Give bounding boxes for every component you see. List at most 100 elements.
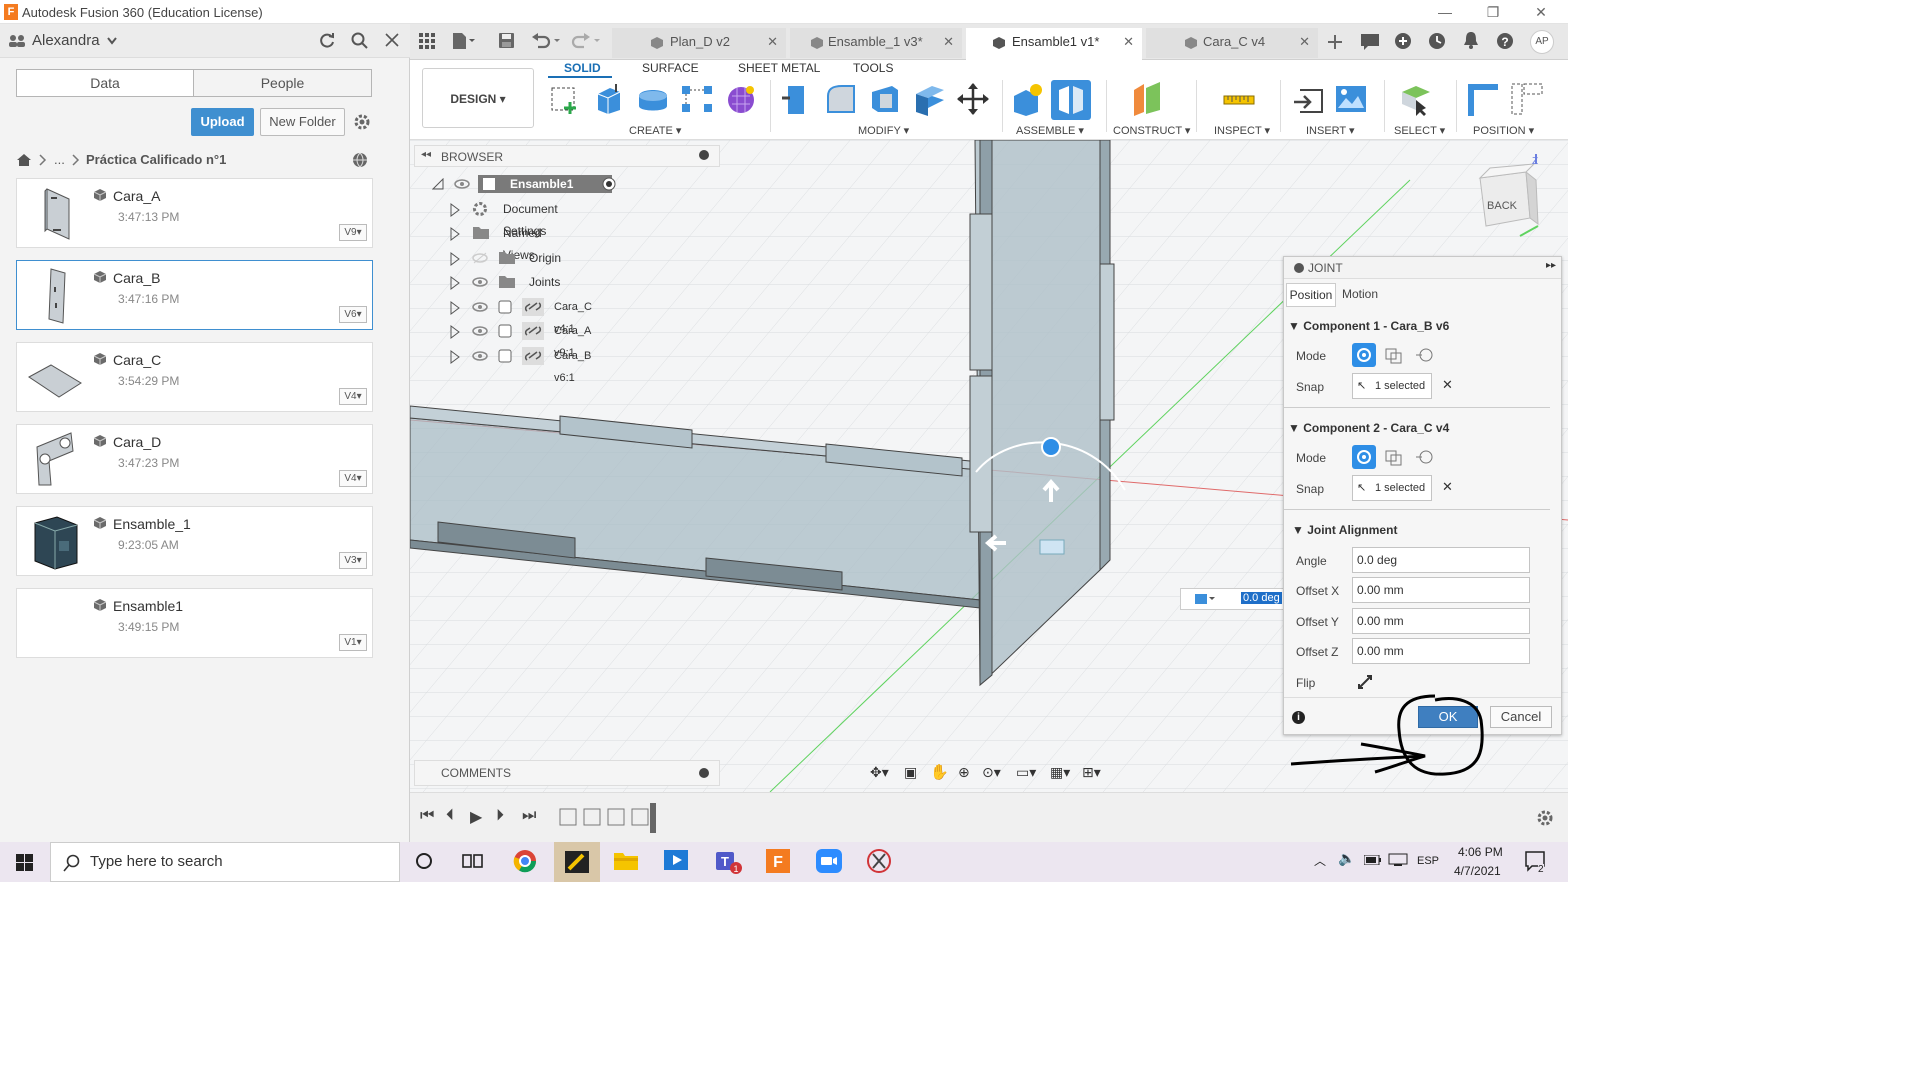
ribbon-tab-solid[interactable]: SOLID: [564, 61, 601, 75]
clear-selection-icon[interactable]: ✕: [1442, 479, 1453, 495]
extrude-icon[interactable]: [592, 82, 626, 116]
zoom-icon[interactable]: ⊕: [958, 764, 970, 781]
tab-motion[interactable]: Motion: [1342, 287, 1378, 301]
mode-simple-button[interactable]: [1352, 445, 1376, 469]
close-panel-icon[interactable]: [385, 33, 399, 47]
close-tab-icon[interactable]: ✕: [1123, 28, 1134, 56]
extensions-icon[interactable]: [1394, 32, 1412, 50]
offset-z-input[interactable]: 0.00 mm: [1352, 638, 1530, 664]
grid-menu-icon[interactable]: [419, 33, 435, 49]
file-card[interactable]: Cara_A 3:47:13 PM V9▾: [16, 178, 373, 248]
file-card[interactable]: Cara_B 3:47:16 PM V6▾: [16, 260, 373, 330]
look-at-icon[interactable]: ▣: [904, 764, 917, 781]
group-assemble[interactable]: ASSEMBLE ▾: [1016, 124, 1084, 137]
expand-triangle-icon[interactable]: [450, 301, 460, 315]
cancel-button[interactable]: Cancel: [1490, 706, 1552, 728]
angle-value[interactable]: 0.0 deg: [1241, 592, 1282, 604]
user-name[interactable]: Alexandra: [32, 32, 100, 49]
new-tab-icon[interactable]: [1326, 33, 1344, 51]
pan-hand-icon[interactable]: ✋: [930, 763, 949, 781]
mode-two-faces-button[interactable]: [1412, 445, 1436, 469]
file-menu-icon[interactable]: [451, 32, 475, 50]
play-icon[interactable]: ▶: [470, 807, 482, 827]
gear-icon[interactable]: [353, 113, 371, 131]
tab-position[interactable]: Position: [1286, 283, 1336, 307]
fusion360-taskbar-icon[interactable]: F: [766, 849, 790, 873]
add-comment-icon[interactable]: [699, 768, 709, 778]
teams-icon[interactable]: T1: [716, 848, 742, 874]
taskbar-search[interactable]: Type here to search: [50, 842, 400, 882]
select-icon[interactable]: [1398, 82, 1432, 116]
create-form-icon[interactable]: [724, 82, 758, 116]
step-back-icon[interactable]: ⏴: [446, 807, 454, 825]
combine-icon[interactable]: [912, 82, 946, 116]
grid-settings-icon[interactable]: ▦▾: [1050, 764, 1070, 781]
tray-chevron-icon[interactable]: ︿: [1314, 852, 1326, 869]
eye-icon[interactable]: [472, 350, 488, 362]
file-card[interactable]: Cara_C 3:54:29 PM V4▾: [16, 342, 373, 412]
timeline-features[interactable]: [558, 807, 654, 827]
group-modify[interactable]: MODIFY ▾: [858, 124, 909, 137]
breadcrumb-ellipsis[interactable]: ...: [54, 152, 65, 167]
task-view-icon[interactable]: [462, 851, 484, 871]
file-card[interactable]: Cara_D 3:47:23 PM V4▾: [16, 424, 373, 494]
eye-icon[interactable]: [472, 325, 488, 337]
timeline-settings-gear-icon[interactable]: [1536, 809, 1554, 827]
expand-triangle-icon[interactable]: [450, 252, 460, 266]
offset-y-input[interactable]: 0.00 mm: [1352, 608, 1530, 634]
timeline-marker[interactable]: [650, 803, 656, 833]
group-select[interactable]: SELECT ▾: [1394, 124, 1445, 137]
file-card[interactable]: Ensamble_1 9:23:05 AM V3▾: [16, 506, 373, 576]
expand-triangle-icon[interactable]: [450, 350, 460, 364]
search-icon[interactable]: [351, 32, 369, 50]
upload-button[interactable]: Upload: [191, 108, 254, 136]
save-icon[interactable]: [498, 32, 515, 49]
group-construct[interactable]: CONSTRUCT ▾: [1113, 124, 1190, 137]
snipping-tool-icon[interactable]: [866, 848, 892, 874]
chat-icon[interactable]: [1360, 33, 1380, 51]
viewcube[interactable]: BACK Z: [1470, 152, 1550, 242]
clock-icon[interactable]: [1428, 32, 1446, 50]
orbit-icon[interactable]: ✥▾: [870, 764, 889, 781]
close-tab-icon[interactable]: ✕: [943, 28, 954, 56]
version-badge[interactable]: V3▾: [339, 552, 367, 569]
collapse-triangle-icon[interactable]: [432, 178, 444, 190]
clock-date[interactable]: 4/7/2021: [1454, 864, 1501, 878]
eye-icon[interactable]: [472, 276, 488, 288]
taskbar-app-active[interactable]: [554, 842, 600, 882]
group-position[interactable]: POSITION ▾: [1473, 124, 1534, 137]
minimize-button[interactable]: —: [1422, 0, 1468, 24]
tab-data[interactable]: Data: [16, 69, 194, 97]
create-sketch-icon[interactable]: [548, 82, 582, 116]
clock-time[interactable]: 4:06 PM: [1458, 845, 1503, 859]
help-icon[interactable]: ?: [1496, 32, 1514, 50]
go-start-icon[interactable]: ⏮: [420, 807, 434, 825]
zoom-app-icon[interactable]: [816, 849, 842, 873]
network-icon[interactable]: [1388, 853, 1408, 867]
expand-dialog-icon[interactable]: ▸▸: [1546, 260, 1556, 271]
pattern-icon[interactable]: [680, 82, 714, 116]
revolve-icon[interactable]: [636, 82, 670, 116]
group-insert[interactable]: INSERT ▾: [1306, 124, 1355, 137]
file-explorer-icon[interactable]: [614, 850, 638, 870]
capture-position-icon[interactable]: [1466, 82, 1500, 116]
restore-button[interactable]: ❐: [1470, 0, 1516, 24]
offset-x-input[interactable]: 0.00 mm: [1352, 577, 1530, 603]
eye-hidden-icon[interactable]: [472, 252, 488, 264]
globe-icon[interactable]: [352, 152, 369, 169]
close-tab-icon[interactable]: ✕: [767, 28, 778, 56]
snap-select-2[interactable]: ↖ 1 selected: [1352, 475, 1432, 501]
ribbon-tab-sheet-metal[interactable]: SHEET METAL: [738, 61, 820, 75]
joint-button-active[interactable]: [1051, 80, 1091, 120]
close-button[interactable]: ✕: [1518, 0, 1564, 24]
group-create[interactable]: CREATE ▾: [629, 124, 681, 137]
language-indicator[interactable]: ESP: [1417, 855, 1439, 867]
collapse-icon[interactable]: ◂◂: [421, 149, 431, 160]
snap-select-1[interactable]: ↖ 1 selected: [1352, 373, 1432, 399]
doc-tab[interactable]: Cara_C v4 ✕: [1146, 28, 1318, 58]
eye-icon[interactable]: [472, 301, 488, 313]
version-badge[interactable]: V6▾: [339, 306, 367, 323]
chevron-down-icon[interactable]: [107, 37, 117, 45]
close-tab-icon[interactable]: ✕: [1299, 28, 1310, 56]
bell-icon[interactable]: [1462, 31, 1480, 50]
